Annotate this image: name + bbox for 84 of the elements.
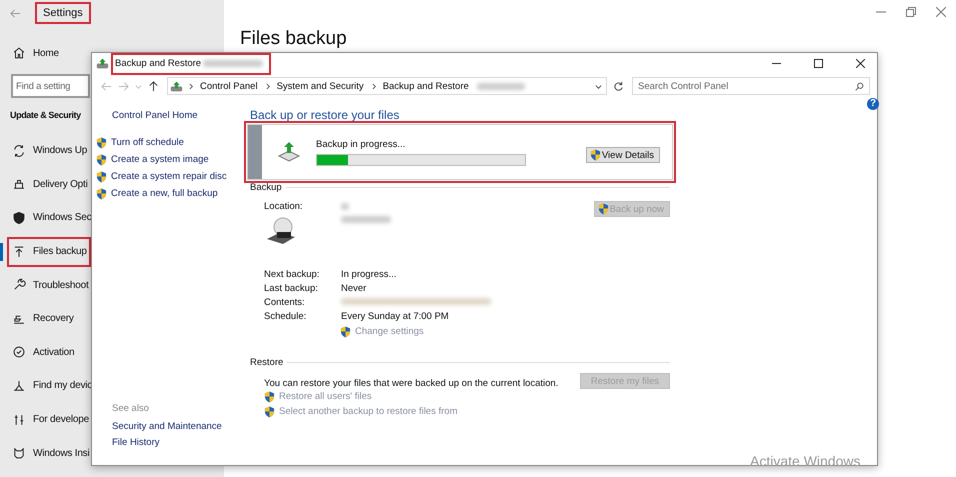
refresh-icon[interactable] <box>613 80 624 92</box>
shield-icon <box>340 326 351 338</box>
progress-label: Backup in progress... <box>316 138 406 150</box>
shield-icon <box>590 149 601 161</box>
breadcrumb-item[interactable]: System and Security <box>276 80 364 92</box>
shield-icon <box>264 406 275 418</box>
restore-description: You can restore your files that were backed up on the current location. <box>264 378 558 388</box>
restore-icon[interactable] <box>906 7 916 17</box>
nav-icon <box>12 446 26 460</box>
nav-icon <box>12 345 26 360</box>
field-label: Contents: <box>264 297 306 309</box>
view-details-button[interactable]: View Details <box>586 147 660 163</box>
home-icon <box>12 46 26 60</box>
section-heading: Back up or restore your files <box>250 108 400 122</box>
section-heading: Update & Security <box>10 110 81 120</box>
nav-icon <box>12 378 26 393</box>
settings-nav-item[interactable]: Files backup <box>7 236 91 267</box>
help-button[interactable]: ? <box>867 98 879 110</box>
field-value: In progress... <box>341 269 398 281</box>
see-also-link[interactable]: File History <box>112 437 250 448</box>
field-label: Next backup: <box>264 269 320 281</box>
settings-nav-item[interactable]: Recovery <box>7 304 91 334</box>
settings-title: Settings <box>35 2 91 24</box>
find-setting-field[interactable]: Find a setting <box>11 74 90 98</box>
shield-icon <box>96 188 107 200</box>
field-label: Last backup: <box>264 283 319 295</box>
shield-icon <box>96 170 107 182</box>
blurred-text <box>341 216 391 223</box>
nav-icon <box>12 244 26 259</box>
nav-icon <box>12 278 26 292</box>
group-title: Restore <box>250 357 284 368</box>
task-link[interactable]: Create a system image <box>111 154 209 165</box>
settings-nav-item[interactable]: Activation <box>7 337 91 368</box>
see-also-link[interactable]: Security and Maintenance <box>112 421 250 432</box>
shield-icon <box>264 390 275 402</box>
backup-app-icon <box>96 57 109 70</box>
shield-icon <box>96 136 107 148</box>
group-title: Backup <box>250 182 282 193</box>
settings-nav-item[interactable]: Windows Sec <box>7 202 91 233</box>
settings-nav-item[interactable]: Windows Up <box>7 136 91 166</box>
window-title: Backup and Restore <box>115 58 202 69</box>
back-arrow-icon[interactable] <box>10 8 21 18</box>
see-also-label: See also <box>112 403 150 414</box>
breadcrumb-item[interactable]: Backup and Restore <box>382 80 469 92</box>
status-stripe <box>248 125 262 179</box>
close-icon[interactable] <box>856 59 865 68</box>
settings-nav-item[interactable]: Delivery Opti <box>7 169 91 200</box>
nav-icon <box>12 177 26 192</box>
blurred-text <box>203 60 264 67</box>
control-panel-home-link[interactable]: Control Panel Home <box>112 110 250 121</box>
chevron-icon <box>372 82 377 90</box>
backup-drive-icon <box>277 140 301 164</box>
settings-nav-item[interactable]: Troubleshoot <box>7 270 91 300</box>
address-bar[interactable]: Control Panel System and Security Backup and Restore <box>167 77 607 95</box>
shield-icon <box>598 203 609 215</box>
field-value: Every Sunday at 7:00 PM <box>341 311 450 323</box>
up-arrow-icon[interactable] <box>148 80 159 92</box>
task-link[interactable]: Create a new, full backup <box>111 188 218 199</box>
nav-icon <box>12 210 26 225</box>
chevron-icon <box>189 82 194 90</box>
field-label: Schedule: <box>264 311 308 323</box>
task-link[interactable]: Turn off schedule <box>111 137 184 148</box>
activation-watermark: Activate Windows <box>750 453 860 469</box>
dropdown-icon[interactable] <box>595 82 602 90</box>
settings-nav-item[interactable]: Windows Insi <box>7 438 91 468</box>
shield-icon <box>96 154 107 166</box>
settings-nav-item[interactable]: For develope <box>7 404 91 435</box>
chevron-icon <box>266 82 271 90</box>
task-link[interactable]: Create a system repair disc <box>111 171 227 182</box>
backup-app-icon <box>170 80 183 92</box>
breadcrumb-item[interactable]: Control Panel <box>200 80 258 92</box>
search-field[interactable]: Search Control Panel <box>632 77 870 95</box>
nav-icon <box>12 144 26 158</box>
field-label: Location: <box>264 201 304 212</box>
home-nav-item[interactable]: Home <box>7 38 77 68</box>
field-value: Never <box>341 283 368 295</box>
settings-nav-item[interactable]: Find my devic <box>7 370 91 401</box>
search-icon <box>855 82 864 90</box>
page-title: Files backup <box>240 28 348 50</box>
blurred-text <box>476 82 525 90</box>
nav-icon <box>12 412 26 427</box>
maximize-icon[interactable] <box>814 59 823 68</box>
blurred-text <box>341 203 349 210</box>
dvd-drive-icon <box>265 217 297 247</box>
